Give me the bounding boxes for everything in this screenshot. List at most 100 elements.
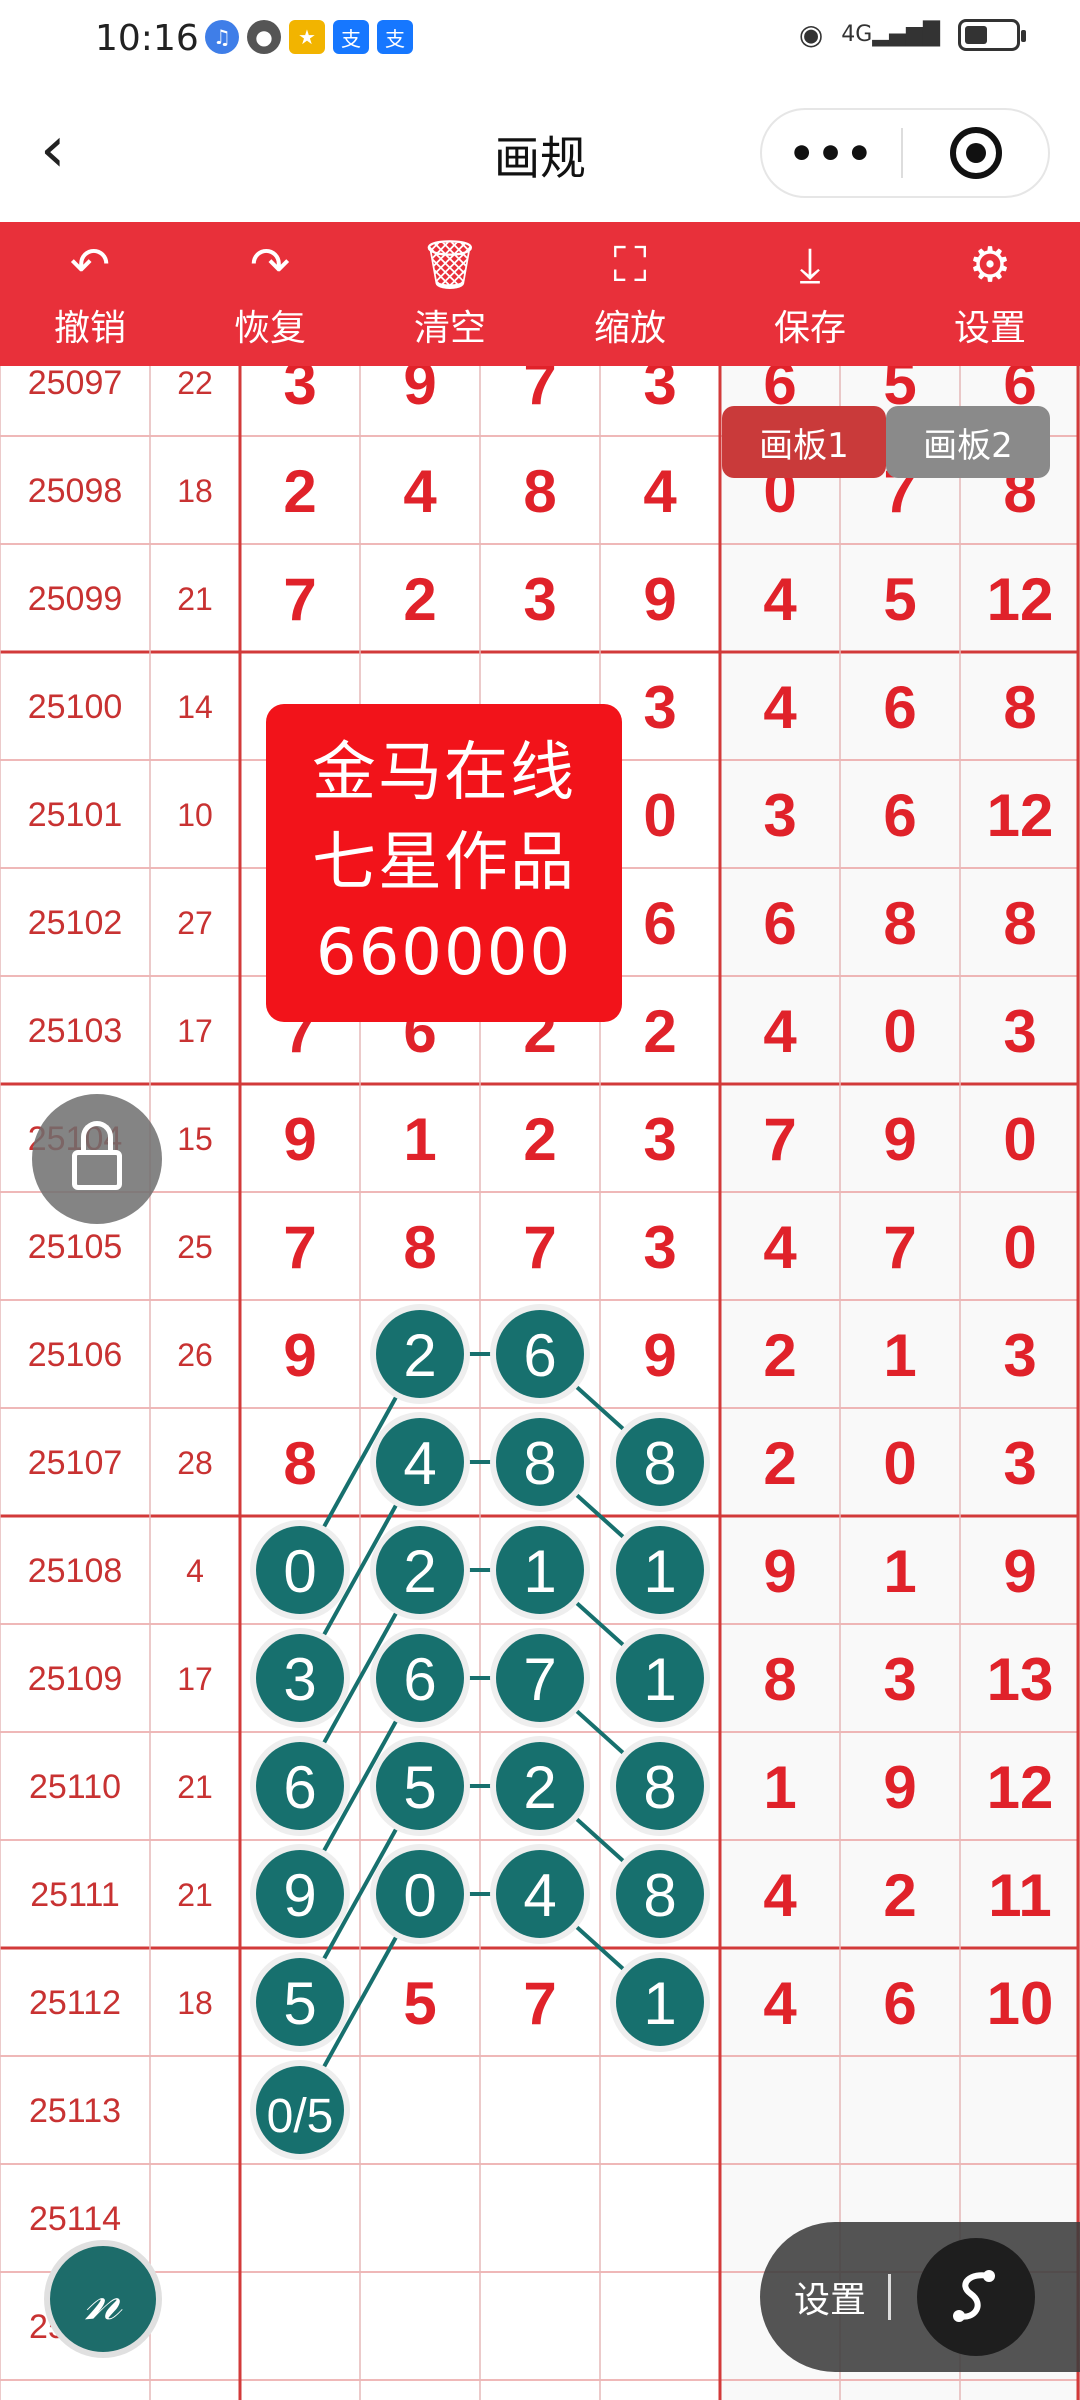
- digit: 0: [883, 998, 916, 1065]
- clear-button[interactable]: 🗑 清空: [360, 222, 540, 366]
- alipay-icon: 支: [333, 20, 369, 54]
- alipay-icon: 支: [377, 20, 413, 54]
- badge-line-3: 660000: [315, 916, 573, 990]
- digit: 13: [987, 1646, 1054, 1713]
- digit: 12: [987, 1754, 1054, 1821]
- network-type: 4G: [841, 22, 873, 47]
- digit: 8: [1003, 890, 1036, 957]
- signal-icon: 4G▂▄▆█: [841, 22, 940, 47]
- digit: 3: [523, 566, 556, 633]
- digit: 6: [883, 782, 916, 849]
- lottery-grid[interactable]: 25097 22 3 9 7 3 6 5 625098 18 2 4 8 4 0 7 825099 21 7 2 3 9 4…: [0, 366, 1080, 2400]
- circled-digit: 8: [643, 1754, 676, 1821]
- digit: 3: [643, 366, 676, 417]
- row-id: 25106: [28, 1336, 123, 1374]
- row-sum: 15: [177, 1121, 213, 1157]
- row-id: 25101: [28, 796, 123, 834]
- eye-icon: ◉: [798, 18, 824, 51]
- circled-digit: 1: [643, 1538, 676, 1605]
- digit: 2: [283, 458, 316, 525]
- row-id: 25109: [28, 1660, 123, 1698]
- circled-digit: 6: [523, 1322, 556, 1389]
- digit: 3: [883, 1646, 916, 1713]
- watermark-badge: 金马在线 七星作品 660000: [266, 704, 622, 1022]
- digit: 9: [643, 566, 676, 633]
- digit: 6: [883, 1970, 916, 2037]
- digit: 0: [643, 782, 676, 849]
- redo-icon: ↷: [249, 237, 291, 293]
- circled-digit: 1: [643, 1970, 676, 2037]
- digit: 8: [403, 1214, 436, 1281]
- row-sum: 22: [177, 366, 213, 401]
- digit: 8: [523, 458, 556, 525]
- digit: 4: [763, 566, 797, 633]
- circled-digit: 2: [523, 1754, 556, 1821]
- mini-program-capsule: •••: [760, 108, 1050, 198]
- digit: 9: [1003, 1538, 1036, 1605]
- digit: 4: [403, 458, 437, 525]
- digit: 9: [283, 1322, 316, 1389]
- digit: 3: [1003, 998, 1036, 1065]
- more-dots-icon[interactable]: •••: [762, 129, 901, 178]
- close-program-button[interactable]: [903, 127, 1048, 179]
- digit: 2: [763, 1430, 796, 1497]
- circled-digit: 7: [523, 1646, 556, 1713]
- digit: 6: [643, 890, 676, 957]
- undo-button[interactable]: ↶ 撤销: [0, 222, 180, 366]
- settings-label: 设置: [953, 308, 1026, 349]
- row-sum: 21: [177, 1877, 213, 1913]
- row-sum: 25: [177, 1229, 213, 1265]
- digit: 10: [987, 1970, 1054, 2037]
- digit: 3: [643, 674, 676, 741]
- row-sum: 21: [177, 1769, 213, 1805]
- row-sum: 28: [177, 1445, 213, 1481]
- circled-digit: 0: [283, 1538, 316, 1605]
- digit: 2: [763, 1322, 796, 1389]
- share-button[interactable]: [917, 2238, 1036, 2356]
- settings-button[interactable]: ⚙ 设置: [900, 222, 1080, 366]
- circled-digit: 8: [643, 1430, 676, 1497]
- circled-digit: 6: [283, 1754, 316, 1821]
- digit: 12: [987, 566, 1054, 633]
- row-sum: 10: [177, 797, 213, 833]
- zoom-button[interactable]: ⛶ 缩放: [540, 222, 720, 366]
- digit: 2: [523, 1106, 556, 1173]
- row-sum: 14: [177, 689, 213, 725]
- status-time: 10:16: [95, 18, 199, 59]
- save-button[interactable]: ⤓ 保存: [720, 222, 900, 366]
- lottery-icon: ★: [289, 20, 325, 54]
- circled-digit: 0/5: [267, 2090, 334, 2143]
- zoom-icon: ⛶: [613, 237, 647, 293]
- digit: 1: [883, 1538, 916, 1605]
- board-tabs: 画板1 画板2: [722, 406, 1050, 478]
- chat-icon: ●: [247, 20, 281, 54]
- digit: 4: [763, 1214, 797, 1281]
- floating-settings-label[interactable]: 设置: [794, 2271, 866, 2323]
- badge-line-1: 金马在线: [312, 736, 576, 810]
- zoom-label: 缩放: [593, 308, 666, 349]
- circled-digit: 4: [523, 1862, 556, 1929]
- digit: 8: [283, 1430, 316, 1497]
- music-icon: ♫: [205, 20, 239, 54]
- digit: 3: [643, 1214, 676, 1281]
- drawing-grid[interactable]: 25097 22 3 9 7 3 6 5 6 25098 18 2 4 8 4 0 7 8 25099 21 7 2 3 9 4…: [0, 366, 1080, 2400]
- row-id: 25100: [28, 688, 123, 726]
- digit: 7: [523, 1970, 556, 2037]
- circled-digit: 9: [283, 1862, 316, 1929]
- tab-board-1[interactable]: 画板1: [722, 406, 886, 478]
- row-id: 25111: [30, 1876, 120, 1914]
- row-id: 25102: [28, 904, 123, 942]
- row-sum: 17: [177, 1661, 213, 1697]
- redo-button[interactable]: ↷ 恢复: [180, 222, 360, 366]
- lock-button[interactable]: [32, 1094, 162, 1224]
- digit: 3: [763, 782, 796, 849]
- pen-icon: 𝓃: [84, 2264, 122, 2334]
- undo-label: 撤销: [53, 308, 126, 349]
- save-label: 保存: [773, 308, 846, 349]
- pen-button[interactable]: 𝓃: [44, 2240, 162, 2358]
- row-id: 25105: [28, 1228, 123, 1266]
- digit: 9: [283, 1106, 316, 1173]
- target-icon: [949, 127, 1002, 179]
- tab-board-2[interactable]: 画板2: [886, 406, 1050, 478]
- digit: 4: [763, 998, 797, 1065]
